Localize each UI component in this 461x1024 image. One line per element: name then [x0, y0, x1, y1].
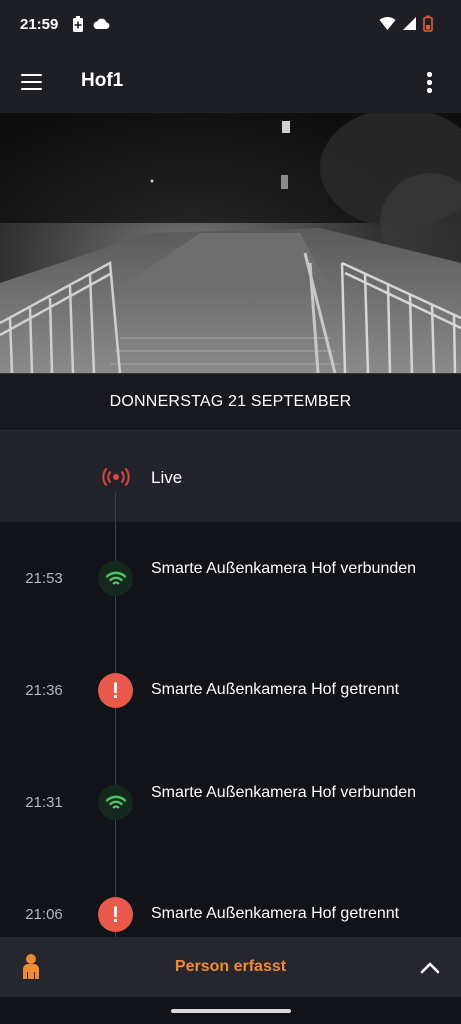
event-time: 21:06 [25, 906, 63, 923]
camera-image [0, 113, 461, 373]
event-text: Smarte Außenkamera Hof getrennt [151, 681, 400, 698]
event-time: 21:53 [25, 570, 63, 587]
page-title: Hof1 [81, 70, 124, 91]
battery-low-icon [423, 15, 433, 37]
chevron-up-icon[interactable] [417, 955, 443, 981]
event-text: Smarte Außenkamera Hof getrennt [151, 905, 400, 922]
status-bar: 21:59 [0, 0, 461, 50]
cellular-icon [402, 16, 417, 36]
live-label: Live [151, 468, 183, 487]
detection-bar[interactable]: Person erfasst [0, 937, 461, 997]
camera-preview[interactable] [0, 113, 461, 373]
wifi-icon [98, 561, 133, 596]
event-time: 21:31 [25, 794, 63, 811]
list-item[interactable]: 21:53 Smarte Außenkamera Hof verbunden [0, 532, 461, 622]
alert-icon: ! [98, 897, 133, 932]
event-text: Smarte Außenkamera Hof verbunden [151, 560, 417, 577]
status-time: 21:59 [20, 16, 59, 33]
more-vert-icon [427, 72, 432, 77]
live-row[interactable]: Live [0, 431, 461, 522]
event-time: 21:36 [25, 682, 63, 699]
cloud-icon [92, 17, 110, 36]
list-item[interactable]: 21:36 ! Smarte Außenkamera Hof getrennt [0, 645, 461, 735]
gesture-nav-bar [0, 997, 461, 1024]
live-broadcast-icon [101, 467, 131, 492]
app-bar: Hof1 [0, 50, 461, 113]
date-header: DONNERSTAG 21 SEPTEMBER [0, 373, 461, 431]
wifi-icon [379, 16, 396, 36]
alert-icon: ! [98, 673, 133, 708]
home-indicator[interactable] [171, 1009, 291, 1013]
more-options-button[interactable] [409, 62, 449, 102]
menu-button[interactable] [12, 62, 52, 102]
detection-label: Person erfasst [174, 958, 287, 975]
wifi-icon [98, 785, 133, 820]
event-text: Smarte Außenkamera Hof verbunden [151, 784, 417, 801]
battery-saver-icon [72, 15, 84, 38]
list-item[interactable]: 21:31 Smarte Außenkamera Hof verbunden [0, 757, 461, 847]
menu-icon [21, 74, 42, 77]
